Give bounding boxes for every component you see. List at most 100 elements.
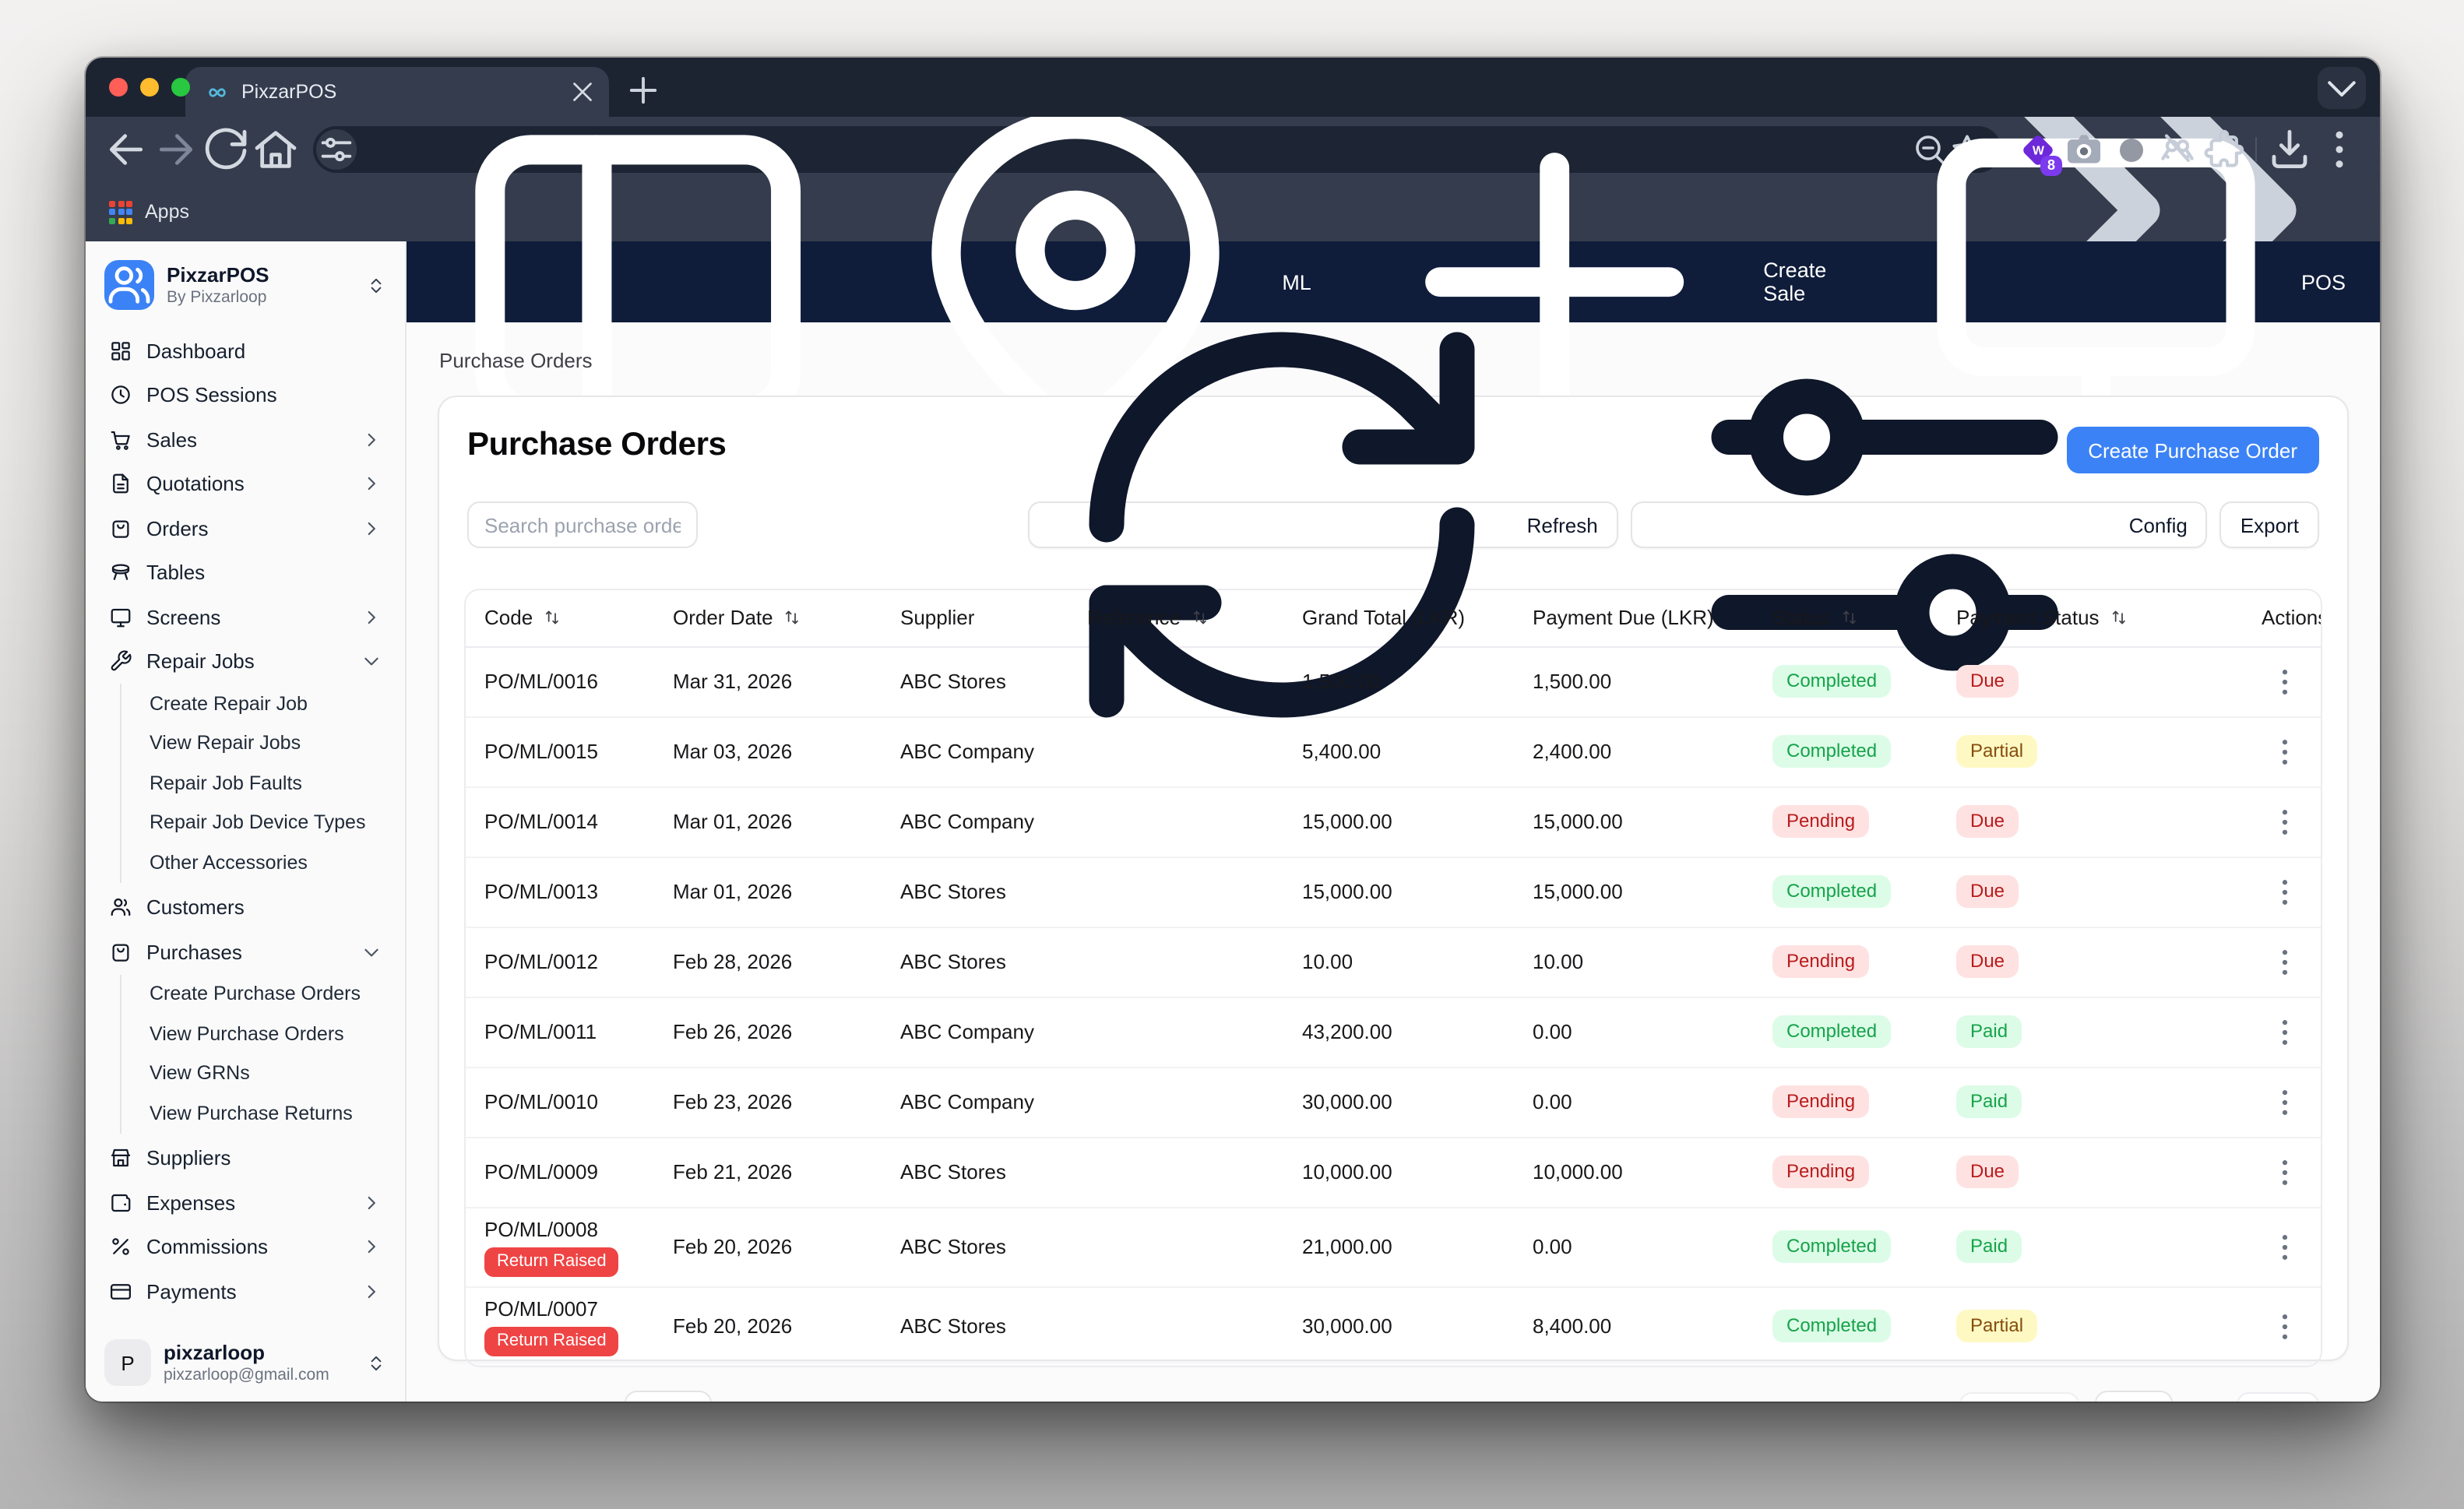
return-raised-badge: Return Raised (484, 1247, 619, 1276)
cell-code: PO/ML/0016 (466, 646, 654, 716)
sidebar-subitem-other-accessories[interactable]: Other Accessories (140, 842, 392, 882)
row-actions-button[interactable] (2268, 874, 2302, 909)
cell-payment-status: Due (1938, 857, 2243, 927)
sidebar-item-expenses[interactable]: Expenses (98, 1180, 392, 1225)
sort-icon[interactable] (783, 608, 803, 628)
user-menu[interactable]: P pixzarloop pixzarloop@gmail.com (98, 1331, 392, 1389)
sidebar-subitem-view-purchase-orders[interactable]: View Purchase Orders (140, 1014, 392, 1053)
row-actions-button[interactable] (2268, 1085, 2302, 1119)
row-actions-button[interactable] (2268, 1015, 2302, 1049)
new-tab-button[interactable] (623, 70, 664, 111)
sidebar-subitem-view-repair-jobs[interactable]: View Repair Jobs (140, 723, 392, 763)
reload-button[interactable] (201, 125, 251, 174)
maximize-window-button[interactable] (171, 78, 190, 97)
sidebar-item-purchases[interactable]: Purchases (98, 930, 392, 974)
sidebar-item-screens[interactable]: Screens (98, 595, 392, 639)
sidebar-item-orders[interactable]: Orders (98, 506, 392, 550)
row-actions-button[interactable] (2268, 1155, 2302, 1189)
cell-code: PO/ML/0012 (466, 927, 654, 997)
tab-favicon-icon (206, 80, 229, 104)
sidebar-subitem-view-grns[interactable]: View GRNs (140, 1053, 392, 1093)
rows-per-page-select[interactable]: 10 (625, 1391, 712, 1402)
minimize-window-button[interactable] (140, 78, 159, 97)
sidebar-item-quotations[interactable]: Quotations (98, 462, 392, 506)
sidebar-item-customers[interactable]: Customers (98, 885, 392, 930)
row-actions-button[interactable] (2268, 734, 2302, 769)
cart-icon (109, 428, 132, 452)
sidebar-item-repair-jobs[interactable]: Repair Jobs (98, 639, 392, 684)
sidebar-subitem-create-repair-job[interactable]: Create Repair Job (140, 684, 392, 723)
page-content: Purchase Orders Purchase Orders Create P… (407, 322, 2380, 1402)
cell-supplier: ABC Stores (882, 927, 1068, 997)
row-actions-button[interactable] (2268, 1229, 2302, 1264)
extensions-puzzle-icon[interactable] (2202, 126, 2246, 173)
table-row: PO/ML/0008Return RaisedFeb 20, 2026ABC S… (466, 1207, 2321, 1286)
search-input[interactable] (467, 501, 698, 548)
cell-order-date: Feb 23, 2026 (654, 1067, 882, 1137)
site-settings-icon[interactable] (316, 129, 357, 170)
row-actions-button[interactable] (2268, 1310, 2302, 1344)
extension-w-icon[interactable]: W 8 (2015, 126, 2059, 173)
keys-extension-icon[interactable] (2156, 126, 2199, 173)
return-raised-badge: Return Raised (484, 1326, 619, 1356)
cell-order-date: Feb 20, 2026 (654, 1286, 882, 1365)
refresh-button[interactable]: Refresh (1029, 501, 1618, 548)
camera-extension-icon[interactable] (2062, 126, 2106, 173)
disabled-extension-icon[interactable] (2109, 126, 2152, 173)
table-row: PO/ML/0014Mar 01, 2026ABC Company15,000.… (466, 786, 2321, 857)
cell-actions (2243, 1286, 2321, 1365)
forward-button[interactable] (151, 125, 201, 174)
cell-code: PO/ML/0009 (466, 1137, 654, 1207)
monitor-icon (109, 606, 132, 629)
next-page-button[interactable]: Next (2237, 1392, 2319, 1402)
payment-status-badge: Due (1956, 665, 2019, 698)
cell-actions (2243, 857, 2321, 927)
page-input[interactable] (2094, 1391, 2172, 1402)
sidebar-item-suppliers[interactable]: Suppliers (98, 1136, 392, 1180)
sidebar-item-sales[interactable]: Sales (98, 417, 392, 462)
sidebar-item-payments[interactable]: Payments (98, 1269, 392, 1314)
sidebar-subitem-create-purchase-orders[interactable]: Create Purchase Orders (140, 974, 392, 1014)
sidebar-item-commissions[interactable]: Commissions (98, 1225, 392, 1269)
cell-status: Pending (1754, 1067, 1938, 1137)
cell-actions (2243, 646, 2321, 716)
sort-icon[interactable] (1190, 608, 1210, 628)
cell-supplier: ABC Company (882, 997, 1068, 1067)
row-actions-button[interactable] (2268, 664, 2302, 698)
workspace-switcher[interactable]: PixzarPOS By Pixzarloop (98, 257, 392, 329)
close-window-button[interactable] (109, 78, 128, 97)
sort-icon[interactable] (1839, 608, 1860, 628)
previous-page-button[interactable]: Previous (1959, 1392, 2079, 1402)
cell-status: Completed (1754, 1207, 1938, 1286)
config-button[interactable]: Config (1631, 501, 2208, 548)
row-actions-button[interactable] (2268, 944, 2302, 979)
cell-payment-status: Partial (1938, 1286, 2243, 1365)
payment-status-badge: Paid (1956, 1085, 2022, 1118)
home-button[interactable] (251, 125, 301, 174)
user-email: pixzarloop@gmail.com (164, 1366, 354, 1384)
sidebar-item-tables[interactable]: Tables (98, 550, 392, 595)
chevron-right-icon (361, 519, 382, 539)
app-logo-icon (104, 260, 154, 310)
column-header-code[interactable]: Code (466, 590, 654, 646)
bookmark-apps[interactable]: Apps (145, 201, 189, 223)
tab-search-button[interactable] (2318, 67, 2366, 109)
cell-code: PO/ML/0015 (466, 716, 654, 786)
sidebar-subitem-view-purchase-returns[interactable]: View Purchase Returns (140, 1093, 392, 1133)
sort-icon[interactable] (2109, 608, 2129, 628)
sidebar-subitem-repair-job-faults[interactable]: Repair Job Faults (140, 763, 392, 803)
sidebar-item-pos-sessions[interactable]: POS Sessions (98, 373, 392, 417)
cell-code: PO/ML/0010 (466, 1067, 654, 1137)
sort-icon[interactable] (542, 608, 562, 628)
tab-close-icon[interactable] (568, 78, 597, 106)
column-header-order-date[interactable]: Order Date (654, 590, 882, 646)
back-button[interactable] (101, 125, 151, 174)
status-badge: Pending (1772, 1155, 1869, 1188)
sidebar-item-dashboard[interactable]: Dashboard (98, 329, 392, 373)
sidebar-subitem-repair-job-device-types[interactable]: Repair Job Device Types (140, 803, 392, 842)
cell-status: Pending (1754, 927, 1938, 997)
row-actions-button[interactable] (2268, 804, 2302, 839)
wallet-icon (109, 1191, 132, 1215)
browser-tab[interactable]: PixzarPOS (185, 67, 609, 117)
export-button[interactable]: Export (2220, 501, 2319, 548)
